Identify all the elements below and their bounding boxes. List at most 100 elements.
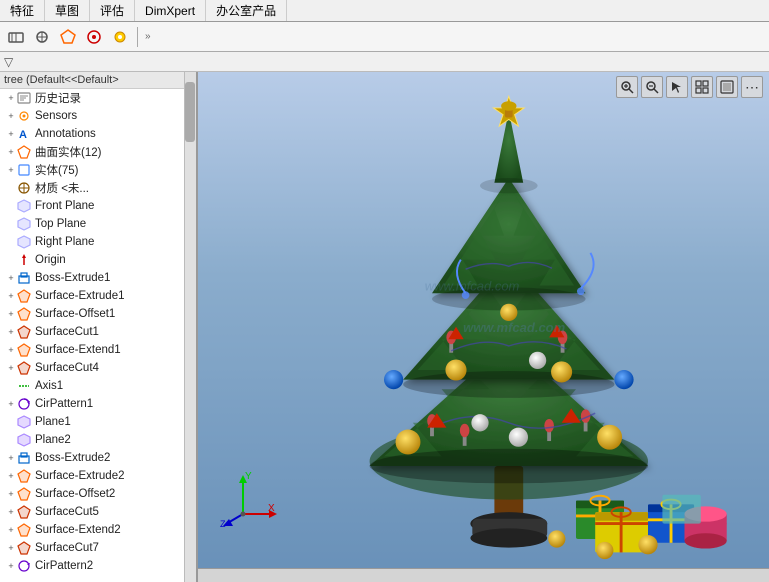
surface-extend2-icon xyxy=(16,522,32,538)
tree-item-sensors[interactable]: + Sensors xyxy=(0,107,196,125)
tree-item-material[interactable]: 材质 <未... xyxy=(0,179,196,197)
tab-sketch[interactable]: 草图 xyxy=(45,0,90,21)
tree-label-boss-extrude1: Boss-Extrude1 xyxy=(35,272,110,284)
filter-bar: ▽ xyxy=(0,52,769,72)
tree-label-history: 历史记录 xyxy=(35,90,81,106)
toolbar: » xyxy=(0,22,769,52)
tree-label-surface-extend1: Surface-Extend1 xyxy=(35,344,121,356)
tree-item-surface-offset2[interactable]: + Surface-Offset2 xyxy=(0,485,196,503)
origin-icon xyxy=(16,252,32,268)
tab-office[interactable]: 办公室产品 xyxy=(206,0,287,21)
tree-label-axis1: Axis1 xyxy=(35,380,63,392)
axis-indicator: Y X Z xyxy=(218,469,278,532)
tree-item-top-plane[interactable]: Top Plane xyxy=(0,215,196,233)
boss-extrude1-icon xyxy=(16,270,32,286)
tree-item-cirpattern2[interactable]: + CirPattern2 xyxy=(0,557,196,575)
tree-item-plane1[interactable]: Plane1 xyxy=(0,413,196,431)
feature-tree-panel: tree (Default<<Default> + 历史记录 + Sensors… xyxy=(0,72,198,582)
annotations-icon: A xyxy=(16,126,32,142)
tree-item-front-plane[interactable]: Front Plane xyxy=(0,197,196,215)
tree-item-axis1[interactable]: Axis1 xyxy=(0,377,196,395)
surface-offset2-icon xyxy=(16,486,32,502)
tree-label-surfacecut1: SurfaceCut1 xyxy=(35,326,99,338)
viewport-bottom-bar xyxy=(198,568,769,582)
solids-icon xyxy=(16,162,32,178)
svg-text:Y: Y xyxy=(245,471,252,482)
tree-item-surface-extend2[interactable]: + Surface-Extend2 xyxy=(0,521,196,539)
main-content: tree (Default<<Default> + 历史记录 + Sensors… xyxy=(0,72,769,582)
surfacecut4-icon xyxy=(16,360,32,376)
cirpattern1-icon xyxy=(16,396,32,412)
boss-extrude2-icon xyxy=(16,450,32,466)
surface-extend1-icon xyxy=(16,342,32,358)
tree-label-right-plane: Right Plane xyxy=(35,236,94,248)
svg-text:A: A xyxy=(19,129,27,141)
svg-text:X: X xyxy=(268,503,275,514)
viewport[interactable]: ⋯ xyxy=(198,72,769,582)
tree-label-annotations: Annotations xyxy=(35,128,96,140)
cirpattern2-icon xyxy=(16,558,32,574)
tree-item-surfacecut5[interactable]: + SurfaceCut5 xyxy=(0,503,196,521)
toolbar-btn-4[interactable] xyxy=(82,25,106,49)
tree-item-annotations[interactable]: + A Annotations xyxy=(0,125,196,143)
front-plane-icon xyxy=(16,198,32,214)
scrollbar-thumb[interactable] xyxy=(185,82,195,142)
tab-evaluate[interactable]: 评估 xyxy=(90,0,135,21)
tree-item-surfaces[interactable]: + 曲面实体(12) xyxy=(0,143,196,161)
tree-label-origin: Origin xyxy=(35,254,66,266)
tree-item-solids[interactable]: + 实体(75) xyxy=(0,161,196,179)
tree-item-surface-extrude1[interactable]: + Surface-Extrude1 xyxy=(0,287,196,305)
tree-item-origin[interactable]: Origin xyxy=(0,251,196,269)
svg-text:Z: Z xyxy=(220,519,226,529)
tree-item-surface-offset1[interactable]: + Surface-Offset1 xyxy=(0,305,196,323)
tree-label-front-plane: Front Plane xyxy=(35,200,94,212)
toolbar-expand[interactable]: » xyxy=(145,31,151,42)
toolbar-separator xyxy=(137,27,138,47)
toolbar-btn-3[interactable] xyxy=(56,25,80,49)
surfacecut1-icon xyxy=(16,324,32,340)
tree-item-boss-extrude2[interactable]: + Boss-Extrude2 xyxy=(0,449,196,467)
tree-label-material: 材质 <未... xyxy=(35,180,89,196)
toolbar-btn-5[interactable] xyxy=(108,25,132,49)
tree-label-top-plane: Top Plane xyxy=(35,218,86,230)
sensors-icon xyxy=(16,108,32,124)
surfacecut5-icon xyxy=(16,504,32,520)
tree-item-right-plane[interactable]: Right Plane xyxy=(0,233,196,251)
top-plane-icon xyxy=(16,216,32,232)
tree-label-plane1: Plane1 xyxy=(35,416,71,428)
tree-label-sensors: Sensors xyxy=(35,110,77,122)
tree-label-surfacecut7: SurfaceCut7 xyxy=(35,542,99,554)
surface-offset1-icon xyxy=(16,306,32,322)
tab-features[interactable]: 特征 xyxy=(0,0,45,21)
tree-label-solids: 实体(75) xyxy=(35,162,78,178)
tree-item-plane2[interactable]: Plane2 xyxy=(0,431,196,449)
tree-label-surface-offset2: Surface-Offset2 xyxy=(35,488,115,500)
tree-item-surface-extrude2[interactable]: + Surface-Extrude2 xyxy=(0,467,196,485)
tree-label-plane2: Plane2 xyxy=(35,434,71,446)
right-plane-icon xyxy=(16,234,32,250)
surface-extrude1-icon xyxy=(16,288,32,304)
tree-item-surfacecut7[interactable]: + SurfaceCut7 xyxy=(0,539,196,557)
toolbar-btn-2[interactable] xyxy=(30,25,54,49)
tree-label-surfaces: 曲面实体(12) xyxy=(35,144,101,160)
tab-dimxpert[interactable]: DimXpert xyxy=(135,0,206,21)
tree-label-surface-extrude2: Surface-Extrude2 xyxy=(35,470,125,482)
tree-label-surface-extend2: Surface-Extend2 xyxy=(35,524,121,536)
tree-item-boss-extrude1[interactable]: + Boss-Extrude1 xyxy=(0,269,196,287)
tree-item-cirpattern1[interactable]: + CirPattern1 xyxy=(0,395,196,413)
left-scrollbar[interactable] xyxy=(184,72,196,582)
axis1-icon xyxy=(16,378,32,394)
tree-label-cirpattern2: CirPattern2 xyxy=(35,560,93,572)
tree-item-surfacecut4[interactable]: + SurfaceCut4 xyxy=(0,359,196,377)
filter-icon: ▽ xyxy=(4,55,13,69)
plane1-icon xyxy=(16,414,32,430)
tree-item-history[interactable]: + 历史记录 xyxy=(0,89,196,107)
surfacecut7-icon xyxy=(16,540,32,556)
tree-item-surfacecut1[interactable]: + SurfaceCut1 xyxy=(0,323,196,341)
surfaces-icon xyxy=(16,144,32,160)
christmas-tree-render xyxy=(298,82,758,562)
tree-item-surface-extend1[interactable]: + Surface-Extend1 xyxy=(0,341,196,359)
surface-extrude2-icon xyxy=(16,468,32,484)
tree-label-boss-extrude2: Boss-Extrude2 xyxy=(35,452,110,464)
toolbar-btn-1[interactable] xyxy=(4,25,28,49)
